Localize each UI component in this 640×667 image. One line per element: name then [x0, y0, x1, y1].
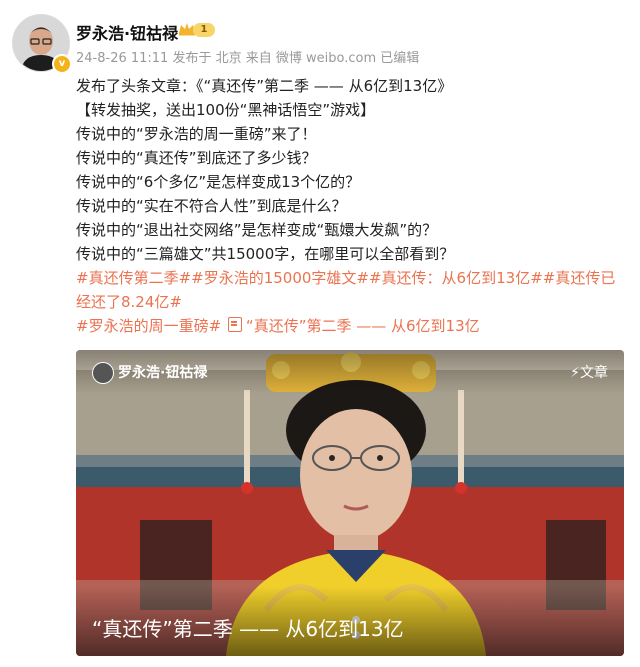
content-line: 传说中的“罗永浩的周一重磅”来了！: [76, 125, 317, 143]
topic-link[interactable]: #罗永浩的周一重磅#: [76, 317, 221, 335]
topic-links[interactable]: #真还传第二季##罗永浩的15000字雄文##真还传：从6亿到13亿##真还传已…: [76, 266, 626, 314]
article-link[interactable]: “真还传”第二季 —— 从6亿到13亿: [246, 317, 480, 335]
card-author-avatar: [92, 362, 114, 384]
post-meta: 24-8-26 11:11 发布于 北京 来自 微博 weibo.com 已编辑: [76, 51, 420, 66]
content-line: 【转发抽奖，送出100份“黑神话悟空”游戏】: [76, 101, 376, 119]
level-badge: 1: [193, 23, 215, 37]
card-type-text: 文章: [580, 365, 608, 381]
verified-badge-icon: v: [52, 54, 72, 74]
post-content: 发布了头条文章：《“真还传”第二季 —— 从6亿到13亿》 【转发抽奖，送出10…: [76, 74, 626, 338]
topic-and-article-line: #罗永浩的周一重磅# “真还传”第二季 —— 从6亿到13亿: [76, 314, 626, 338]
content-line: 传说中的“6个多亿”是怎样变成13个亿的？: [76, 173, 361, 191]
content-line: 传说中的“真还传”到底还了多少钱？: [76, 149, 317, 167]
card-type-label: ⚡文章: [570, 362, 608, 382]
card-title[interactable]: “真还传”第二季 —— 从6亿到13亿: [92, 613, 404, 642]
content-line: 发布了头条文章：《“真还传”第二季 —— 从6亿到13亿》: [76, 77, 453, 95]
article-icon: [227, 317, 242, 332]
article-card[interactable]: 罗永浩·钮祜禄 ⚡文章 “真还传”第二季 —— 从6亿到13亿: [76, 350, 624, 656]
lightning-icon: ⚡: [570, 365, 580, 381]
content-line: 传说中的“退出社交网络”是怎样变成“甄嬛大发飙”的？: [76, 221, 438, 239]
author-name[interactable]: 罗永浩·钮祜禄: [76, 20, 178, 44]
content-line: 传说中的“三篇雄文”共15000字，在哪里可以全部看到？: [76, 245, 455, 263]
content-line: 传说中的“实在不符合人性”到底是什么？: [76, 197, 347, 215]
card-author-name: 罗永浩·钮祜禄: [118, 365, 208, 381]
